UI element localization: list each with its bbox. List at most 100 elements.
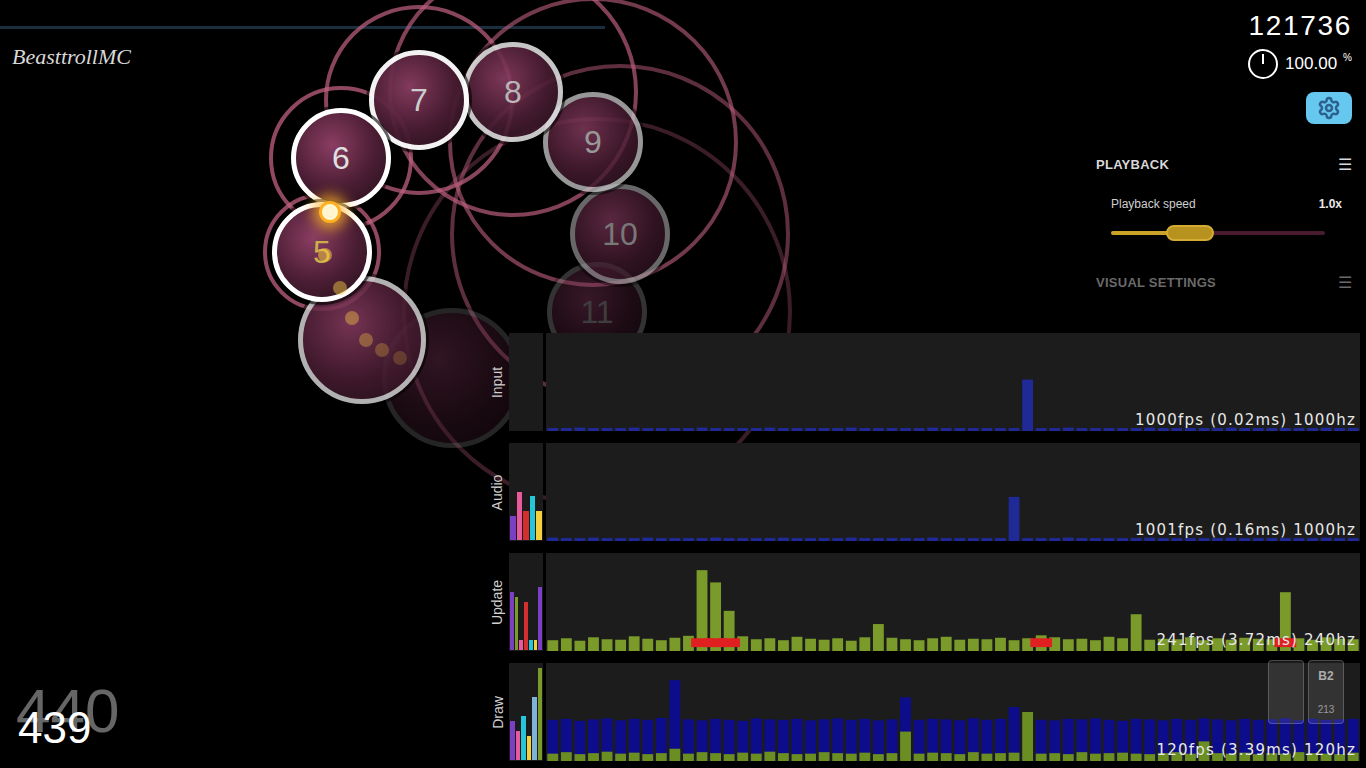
chart-bar [1144,719,1155,761]
legend-bar [527,736,532,760]
section-menu-icon[interactable]: ☰ [1338,271,1352,295]
chart-bar [1022,380,1033,431]
chart-bar [642,720,653,761]
chart-bar [724,538,735,541]
graph-label: Update [488,579,509,624]
chart-bar [615,640,626,651]
chart-bar [1022,712,1033,761]
chart-bar [792,428,803,431]
settings-button[interactable] [1306,92,1352,124]
chart-bar [832,428,843,431]
chart-bar [900,697,911,761]
chart-bar [642,538,653,541]
chart-bar [900,732,911,761]
legend-bar [523,511,529,540]
song-progress [0,26,1366,29]
chart-bar [968,538,979,541]
chart-bar [737,538,748,541]
chart-bar [547,720,558,761]
chart-bar [778,428,789,431]
cursor-trail [375,343,389,357]
section-title[interactable]: PLAYBACK [1096,155,1169,175]
chart-bar [588,538,599,541]
chart-bar [764,538,775,541]
chart-bar [832,718,843,761]
hit-circle[interactable]: 10 [570,184,670,284]
chart-bar [859,719,870,761]
chart-bar [778,753,789,761]
chart-bar [1063,538,1074,541]
chart-bar [683,754,694,761]
chart-bar [1063,754,1074,761]
graph-area: 120fps (3.39ms) 120hz [546,663,1360,761]
chart-bar [561,538,572,541]
cursor-trail [345,311,359,325]
chart-bar [656,428,667,431]
chart-bar [941,637,952,651]
chart-bar [968,428,979,431]
chart-bar [832,538,843,541]
chart-bar [792,637,803,651]
chart-bar [873,720,884,761]
chart-bar [954,720,965,761]
chart-bar [1117,721,1128,761]
legend-bar [538,668,543,760]
slider-thumb[interactable] [1166,225,1214,241]
mini-legend [509,443,543,541]
chart-bar [1036,428,1047,431]
hit-circle[interactable]: 8 [463,42,563,142]
chart-bar [887,753,898,761]
cursor[interactable] [319,201,341,223]
chart-bar [1076,639,1087,651]
graph-label: Input [488,366,509,397]
chart-bar [1117,538,1128,541]
speed-slider[interactable] [1111,225,1342,241]
settings-section: VISUAL SETTINGS ☰ [1096,271,1352,295]
chart-bar [574,754,585,761]
chart-bar [574,538,585,541]
chart-bar [1090,640,1101,651]
chart-bar [954,538,965,541]
chart-bar [1104,428,1115,431]
chart-bar [941,753,952,761]
legend-bar [524,602,528,651]
chart-bar [927,538,938,541]
legend-bar [534,640,538,650]
chart-bar [981,428,992,431]
chart-bar [914,720,925,761]
chart-bar [547,640,558,651]
player-name: BeasttrollMC [12,40,131,73]
combo-number: 10 [602,218,638,250]
chart-bar [995,753,1006,761]
chart-bar [1022,538,1033,541]
chart-bar [846,720,857,761]
chart-bar [737,721,748,761]
accuracy-pie-icon [1247,48,1279,80]
chart-bar [615,720,626,761]
chart-bar [819,640,830,651]
graph-readout: 241fps (3.72ms) 240hz [1154,630,1358,650]
legend-bar [521,716,526,760]
graph-readout: 1000fps (0.02ms) 1000hz [1133,410,1358,430]
section-title[interactable]: VISUAL SETTINGS [1096,273,1216,293]
hit-circle[interactable]: 6 [291,108,391,208]
section-menu-icon[interactable]: ☰ [1338,153,1352,177]
chart-bar [1144,754,1155,761]
chart-bar [629,753,640,761]
chart-bar [887,719,898,761]
chart-bar [751,754,762,761]
chart-bar [1009,497,1020,541]
gear-icon [1317,96,1341,120]
legend-bar [510,721,515,760]
chart-bar [561,428,572,431]
chart-bar [1076,719,1087,761]
legend-bar [519,640,523,650]
chart-bar [1104,720,1115,761]
graph-area: 1001fps (0.16ms) 1000hz [546,443,1360,541]
chart-bar [1076,538,1087,541]
chart-bar [697,538,708,541]
chart-bar [819,538,830,541]
key-counter: B2213 [1308,660,1344,724]
chart-bar [859,428,870,431]
chart-bar [914,538,925,541]
